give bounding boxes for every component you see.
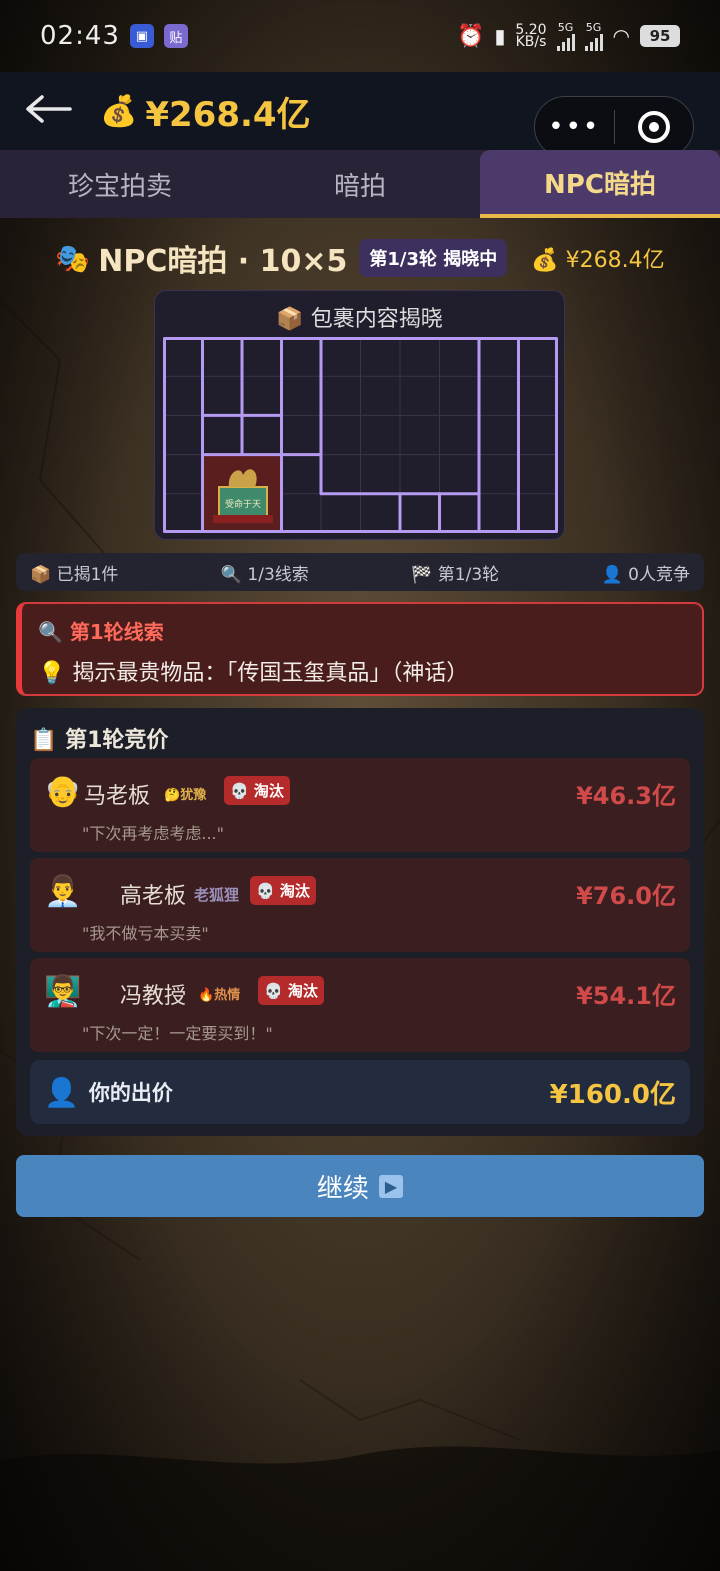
stat-competitors: 👤 0人竞争: [601, 564, 690, 585]
clue-heading: 🔍 第1轮线索: [38, 620, 164, 644]
clue-text: 💡 揭示最贵物品：「传国玉玺真品」（神话）: [38, 661, 469, 686]
npc-avatar: 👨‍💼: [44, 874, 82, 909]
npc-quote: "下次再考虑考虑...": [82, 824, 224, 843]
masks-icon: 🎭: [55, 241, 91, 275]
checkered-flag-icon: 🏁: [411, 564, 433, 585]
your-bid-row: 👤 你的出价 ¥160.0亿: [30, 1060, 690, 1124]
bid-amount: ¥46.3亿: [576, 782, 676, 810]
npc-name: 高老板: [120, 884, 187, 909]
header-bar: 💰 ¥268.4亿 •••: [0, 72, 720, 158]
your-bid-amount: ¥160.0亿: [549, 1079, 676, 1110]
parcel-panel: 📦 包裹内容揭晓 受命于天: [154, 290, 565, 540]
npc-quote: "我不做亏本买卖": [82, 924, 209, 943]
package-icon: 📦: [276, 307, 304, 332]
play-icon: ▶: [378, 1174, 404, 1198]
continue-button[interactable]: 继续 ▶: [16, 1155, 704, 1217]
user-icon: 👤: [44, 1075, 79, 1109]
thinking-face-icon: 🤔: [164, 788, 181, 803]
app-notification-icon-2: 贴: [163, 24, 188, 48]
battery-icon: 95: [640, 25, 680, 47]
fire-icon: 🔥: [198, 988, 215, 1003]
package-icon: 📦: [30, 564, 52, 585]
npc-avatar: 👴: [44, 774, 82, 809]
close-miniprogram-button[interactable]: [615, 111, 694, 143]
more-menu-button[interactable]: •••: [535, 112, 614, 142]
tab-blind-auction[interactable]: 暗拍: [240, 150, 480, 218]
status-bar: 02:43 ▣ 贴 ⏰ ▮ 5.20 KB/s 5G 5G ◠ 95: [0, 0, 720, 72]
auction-title-row: 🎭 NPC暗拍 · 10×5 第1/3轮 揭晓中 💰 ¥268.4亿: [0, 232, 720, 284]
round-badge: 第1/3轮 揭晓中: [359, 239, 508, 277]
bid-amount: ¥54.1亿: [576, 982, 676, 1010]
eliminated-badge: 💀 淘汰: [224, 776, 290, 805]
target-icon: [637, 111, 670, 143]
clue-panel: 🔍 第1轮线索 💡 揭示最贵物品：「传国玉玺真品」（神话）: [16, 602, 704, 696]
stats-bar: 📦 已揭1件 🔍 1/3线索 🏁 第1/3轮 👤 0人竞争: [16, 553, 704, 591]
skull-icon: 💀: [230, 782, 249, 800]
signal-2-icon: 5G: [584, 22, 603, 51]
npc-mood: 🤔犹豫: [164, 788, 207, 803]
magnifier-icon: 🔍: [38, 620, 63, 644]
npc-name: 马老板: [84, 784, 151, 809]
stat-revealed: 📦 已揭1件: [30, 564, 119, 585]
parcel-title: 📦 包裹内容揭晓: [276, 307, 443, 332]
bid-row: 👨‍💼 高老板 老狐狸 💀 淘汰 ¥76.0亿 "我不做亏本买卖": [30, 858, 690, 952]
signal-1-icon: 5G: [556, 22, 575, 51]
money-bag-icon: 💰: [531, 248, 559, 273]
status-time: 02:43: [40, 21, 120, 51]
net-speed: 5.20 KB/s: [515, 22, 547, 50]
npc-quote: "下次一定！一定要买到！": [82, 1024, 273, 1043]
app-notification-icon: ▣: [129, 24, 154, 48]
continue-label: 继续: [316, 1173, 369, 1204]
bids-heading: 📋 第1轮竞价: [30, 728, 169, 753]
stat-round: 🏁 第1/3轮: [411, 564, 500, 585]
npc-avatar: 👨‍🏫: [44, 974, 82, 1009]
clipboard-icon: 📋: [30, 728, 58, 753]
tab-bar: 珍宝拍卖 暗拍 NPC暗拍: [0, 150, 720, 218]
bids-panel: 📋 第1轮竞价 👴 马老板 🤔犹豫 💀 淘汰 ¥46.3亿 "下次再考虑考虑..…: [16, 708, 704, 1136]
eliminated-badge: 💀 淘汰: [258, 976, 324, 1005]
money-bag-icon: 💰: [100, 93, 138, 129]
bid-row: 👨‍🏫 冯教授 🔥热情 💀 淘汰 ¥54.1亿 "下次一定！一定要买到！": [30, 958, 690, 1052]
person-icon: 👤: [601, 564, 623, 585]
svg-text:受命于天: 受命于天: [225, 498, 261, 510]
bid-row: 👴 马老板 🤔犹豫 💀 淘汰 ¥46.3亿 "下次再考虑考虑...": [30, 758, 690, 852]
title-money: 💰 ¥268.4亿: [531, 248, 665, 273]
tab-treasure-auction[interactable]: 珍宝拍卖: [0, 150, 240, 218]
vibrate-icon: ▮: [494, 24, 506, 48]
parcel-grid: 受命于天: [163, 337, 558, 533]
npc-name: 冯教授: [120, 984, 187, 1009]
skull-icon: 💀: [256, 882, 275, 900]
alarm-icon: ⏰: [456, 23, 485, 49]
stat-clues: 🔍 1/3线索: [220, 564, 309, 585]
auction-title: NPC暗拍 · 10×5: [98, 244, 348, 279]
magnifier-icon: 🔍: [220, 564, 243, 585]
back-arrow-icon[interactable]: [24, 88, 84, 134]
your-bid-label: 你的出价: [88, 1081, 173, 1105]
bid-amount: ¥76.0亿: [576, 882, 676, 910]
lightbulb-icon: 💡: [38, 661, 66, 686]
wifi-icon: ◠: [612, 24, 630, 48]
npc-mood: 老狐狸: [194, 886, 240, 904]
skull-icon: 💀: [264, 982, 283, 1000]
npc-mood: 🔥热情: [198, 988, 241, 1003]
tab-npc-blind-auction[interactable]: NPC暗拍: [480, 150, 720, 218]
eliminated-badge: 💀 淘汰: [250, 876, 316, 905]
header-money: 💰 ¥268.4亿: [100, 93, 311, 135]
miniprogram-capsule: •••: [534, 96, 694, 158]
